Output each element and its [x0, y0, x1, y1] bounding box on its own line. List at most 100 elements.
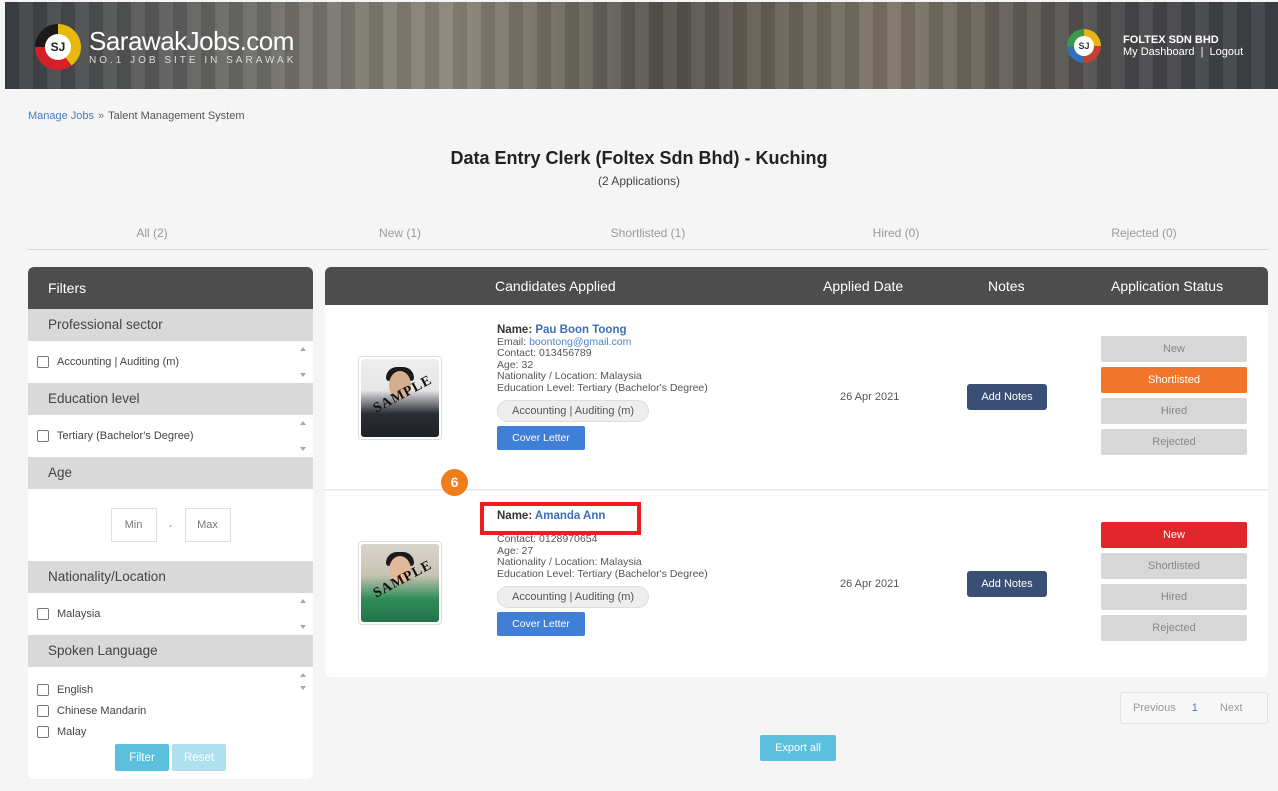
status-hired-button[interactable]: Hired	[1101, 398, 1247, 424]
nationality-option-label: Malaysia	[57, 608, 101, 620]
breadcrumb-separator: »	[98, 110, 105, 122]
tab-shortlisted[interactable]: Shortlisted (1)	[524, 222, 772, 249]
pagination: Previous 1 Next	[1120, 692, 1268, 724]
application-count: (2 Applications)	[597, 174, 681, 188]
company-name: FOLTEX SDN BHD	[1123, 34, 1219, 46]
filters-title: Filters	[28, 267, 313, 309]
breadcrumb: Manage Jobs » Talent Management System	[28, 110, 245, 122]
age-range-dash: -	[168, 518, 173, 532]
age-max-input[interactable]	[184, 508, 231, 542]
highlight-box	[480, 502, 641, 535]
age-range: -	[28, 489, 313, 561]
export-all-button[interactable]: Export all	[760, 735, 836, 761]
filter-sector-list: Accounting | Auditing (m)	[28, 341, 313, 383]
filter-nationality-title: Nationality/Location	[28, 561, 313, 593]
language-scrollbar[interactable]	[299, 671, 307, 692]
scroll-down-icon[interactable]	[300, 447, 306, 451]
company-avatar-letters: SJ	[1074, 36, 1094, 56]
education-checkbox[interactable]	[37, 430, 49, 442]
tab-all[interactable]: All (2)	[28, 222, 276, 249]
column-status: Application Status	[1111, 278, 1224, 294]
status-new-button[interactable]: New	[1101, 522, 1247, 548]
tab-hired[interactable]: Hired (0)	[772, 222, 1020, 249]
language-option-label: Chinese Mandarin	[57, 704, 147, 717]
pagination-previous[interactable]: Previous	[1121, 702, 1176, 714]
language-checkbox[interactable]	[37, 683, 49, 696]
filter-button[interactable]: Filter	[115, 744, 169, 771]
tab-new[interactable]: New (1)	[276, 222, 524, 249]
candidate-photo[interactable]: SAMPLE	[358, 541, 442, 625]
candidate-sector-tag: Accounting | Auditing (m)	[497, 399, 650, 422]
scroll-up-icon[interactable]	[300, 347, 306, 351]
scroll-down-icon[interactable]	[300, 625, 306, 629]
scroll-down-icon[interactable]	[300, 373, 306, 377]
status-rejected-button[interactable]: Rejected	[1101, 615, 1247, 641]
applied-date: 26 Apr 2021	[840, 391, 900, 403]
breadcrumb-manage-jobs[interactable]: Manage Jobs	[28, 110, 94, 122]
filters-panel: Filters Professional sector Accounting |…	[28, 267, 313, 779]
add-notes-button[interactable]: Add Notes	[967, 384, 1047, 410]
filter-age-title: Age	[28, 457, 313, 489]
column-applied-date: Applied Date	[823, 278, 904, 294]
status-shortlisted-button[interactable]: Shortlisted	[1101, 553, 1247, 579]
scroll-down-icon[interactable]	[300, 686, 306, 690]
column-notes: Notes	[988, 278, 1025, 294]
column-candidates: Candidates Applied	[495, 278, 616, 294]
company-avatar[interactable]: SJ	[1067, 29, 1101, 63]
age-min-input[interactable]	[110, 508, 157, 542]
applied-date: 26 Apr 2021	[840, 578, 900, 590]
filter-nationality-list: Malaysia	[28, 593, 313, 635]
scroll-up-icon[interactable]	[300, 599, 306, 603]
candidate-sector-tag: Accounting | Auditing (m)	[497, 585, 650, 608]
candidates-table-header: Candidates Applied Applied Date Notes Ap…	[325, 267, 1268, 305]
site-header: SJ SarawakJobs.com NO.1 JOB SITE IN SARA…	[5, 2, 1278, 89]
language-checkbox[interactable]	[37, 704, 49, 717]
brand-name: SarawakJobs.com	[89, 26, 294, 56]
nationality-checkbox[interactable]	[37, 608, 49, 620]
education-option-label: Tertiary (Bachelor's Degree)	[57, 430, 194, 442]
status-tabs: All (2) New (1) Shortlisted (1) Hired (0…	[28, 222, 1268, 250]
name-label: Name:	[497, 324, 536, 336]
scroll-up-icon[interactable]	[300, 673, 306, 677]
step-badge: 6	[441, 469, 468, 496]
education-scrollbar[interactable]	[299, 419, 307, 453]
brand-tagline: NO.1 JOB SITE IN SARAWAK	[89, 55, 297, 66]
pagination-next[interactable]: Next	[1220, 702, 1243, 714]
sector-option-label: Accounting | Auditing (m)	[57, 356, 180, 368]
status-new-button[interactable]: New	[1101, 336, 1247, 362]
application-status-group: New Shortlisted Hired Rejected	[1101, 336, 1247, 460]
header-link-separator: |	[1200, 46, 1204, 58]
status-rejected-button[interactable]: Rejected	[1101, 429, 1247, 455]
language-checkbox[interactable]	[37, 725, 49, 738]
filter-actions: Filter Reset	[28, 744, 313, 771]
language-option-label: Malay	[57, 725, 87, 738]
candidate-education: Education Level: Tertiary (Bachelor's De…	[497, 381, 708, 394]
candidate-name[interactable]: Pau Boon Toong	[535, 324, 626, 336]
reset-button[interactable]: Reset	[172, 744, 226, 771]
status-shortlisted-button[interactable]: Shortlisted	[1101, 367, 1247, 393]
filter-education-list: Tertiary (Bachelor's Degree)	[28, 415, 313, 457]
logo-mark-icon: SJ	[35, 24, 81, 70]
nationality-scrollbar[interactable]	[299, 597, 307, 631]
cover-letter-button[interactable]: Cover Letter	[497, 611, 585, 636]
candidate-email[interactable]: boontong@gmail.com	[529, 336, 631, 348]
my-dashboard-link[interactable]: My Dashboard	[1123, 46, 1195, 58]
scroll-up-icon[interactable]	[300, 421, 306, 425]
candidate-photo[interactable]: SAMPLE	[358, 356, 442, 440]
sector-checkbox[interactable]	[37, 356, 49, 368]
filter-language-title: Spoken Language	[28, 635, 313, 667]
add-notes-button[interactable]: Add Notes	[967, 571, 1047, 597]
pagination-page-1[interactable]: 1	[1192, 702, 1198, 714]
logout-link[interactable]: Logout	[1210, 46, 1244, 58]
language-option-label: English	[57, 683, 94, 696]
cover-letter-button[interactable]: Cover Letter	[497, 425, 585, 450]
tab-rejected[interactable]: Rejected (0)	[1020, 222, 1268, 249]
candidate-education: Education Level: Tertiary (Bachelor's De…	[497, 567, 708, 580]
site-logo[interactable]: SJ SarawakJobs.com NO.1 JOB SITE IN SARA…	[35, 24, 296, 70]
candidate-info: Name: Pau Boon Toong Email: boontong@gma…	[497, 324, 708, 450]
application-status-group: New Shortlisted Hired Rejected	[1101, 522, 1247, 646]
status-hired-button[interactable]: Hired	[1101, 584, 1247, 610]
email-label: Email:	[497, 335, 530, 348]
page-title: Data Entry Clerk (Foltex Sdn Bhd) - Kuch…	[450, 148, 828, 168]
sector-scrollbar[interactable]	[299, 345, 307, 379]
